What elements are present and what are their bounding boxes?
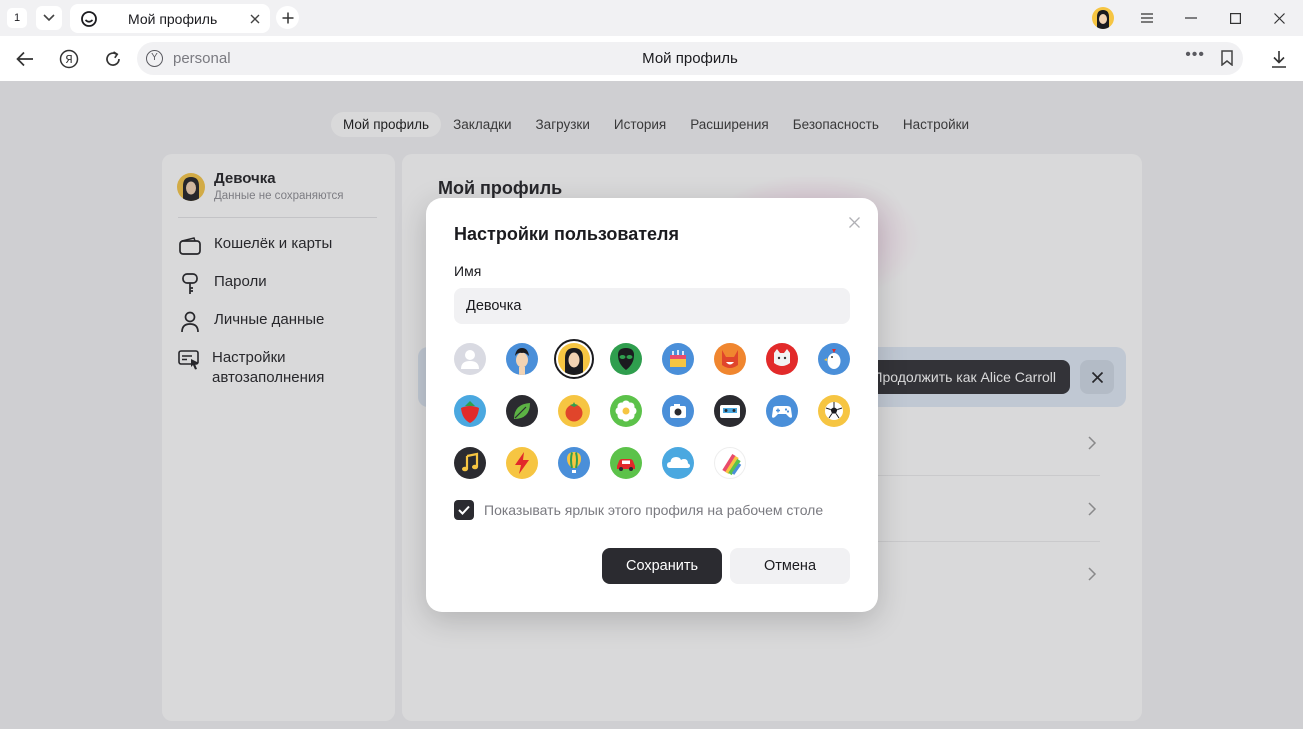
save-button[interactable]: Сохранить [602, 548, 722, 584]
smiley-favicon-icon [80, 10, 98, 28]
show-shortcut-checkbox[interactable] [454, 500, 474, 520]
yandex-logo-icon[interactable]: Я [56, 46, 82, 72]
avatar-chicken[interactable] [818, 343, 850, 375]
page-title-in-omnibox: Мой профиль [642, 50, 738, 67]
show-shortcut-label[interactable]: Показывать ярлык этого профиля на рабоче… [484, 502, 823, 518]
avatar-cloud[interactable] [662, 447, 694, 479]
dialog-title: Настройки пользователя [454, 224, 679, 244]
avatar-car[interactable] [610, 447, 642, 479]
browser-menu-icon[interactable] [1135, 6, 1159, 30]
cancel-button[interactable]: Отмена [730, 548, 850, 584]
avatar-soccer-ball[interactable] [818, 395, 850, 427]
avatar-girl[interactable] [558, 343, 590, 375]
avatar-multicolor[interactable] [714, 447, 746, 479]
back-arrow-icon[interactable] [12, 46, 38, 72]
avatar-hot-air-balloon[interactable] [558, 447, 590, 479]
svg-text:Я: Я [65, 53, 73, 66]
dialog-close-icon[interactable] [846, 214, 862, 230]
avatar-music-note[interactable] [454, 447, 486, 479]
avatar-cake[interactable] [662, 343, 694, 375]
avatar-lightning[interactable] [506, 447, 538, 479]
window-close-icon[interactable] [1267, 6, 1291, 30]
avatar-leaf[interactable] [506, 395, 538, 427]
navigation-bar: Я Y personal Мой профиль ••• [0, 36, 1303, 81]
new-tab-button[interactable] [276, 6, 299, 29]
tab-title: Мой профиль [128, 10, 218, 27]
download-icon[interactable] [1268, 46, 1290, 72]
avatar-boy[interactable] [506, 343, 538, 375]
name-field-label: Имя [454, 263, 482, 279]
tab-strip: 1 Мой профиль [0, 0, 1303, 36]
plus-icon [282, 12, 293, 23]
avatar-cassette[interactable] [714, 395, 746, 427]
chevron-down-icon [43, 14, 55, 22]
avatar-fox[interactable] [714, 343, 746, 375]
tab-count-button[interactable]: 1 [7, 8, 27, 28]
avatar-gamepad[interactable] [766, 395, 798, 427]
checkmark-icon [458, 505, 470, 515]
avatar-alien[interactable] [610, 343, 642, 375]
avatar-strawberry[interactable] [454, 395, 486, 427]
user-settings-dialog: Настройки пользователя Имя Девочка Показ… [426, 198, 878, 612]
name-input[interactable] [454, 288, 850, 324]
maximize-icon[interactable] [1223, 6, 1247, 30]
avatar-cat[interactable] [766, 343, 798, 375]
avatar-flower[interactable] [610, 395, 642, 427]
avatar-default-user[interactable] [454, 343, 486, 375]
avatar-camera[interactable] [662, 395, 694, 427]
active-tab[interactable]: Мой профиль [70, 4, 270, 33]
tab-close-icon[interactable] [244, 8, 266, 30]
tab-list-dropdown[interactable] [36, 6, 62, 30]
more-dots-icon[interactable]: ••• [1185, 46, 1205, 64]
address-bar[interactable]: Y personal Мой профиль ••• [137, 42, 1243, 75]
profile-avatar-button[interactable] [1092, 7, 1114, 29]
avatar-tomato[interactable] [558, 395, 590, 427]
bookmark-icon[interactable] [1221, 50, 1233, 71]
minimize-icon[interactable] [1179, 6, 1203, 30]
reload-icon[interactable] [100, 46, 126, 72]
